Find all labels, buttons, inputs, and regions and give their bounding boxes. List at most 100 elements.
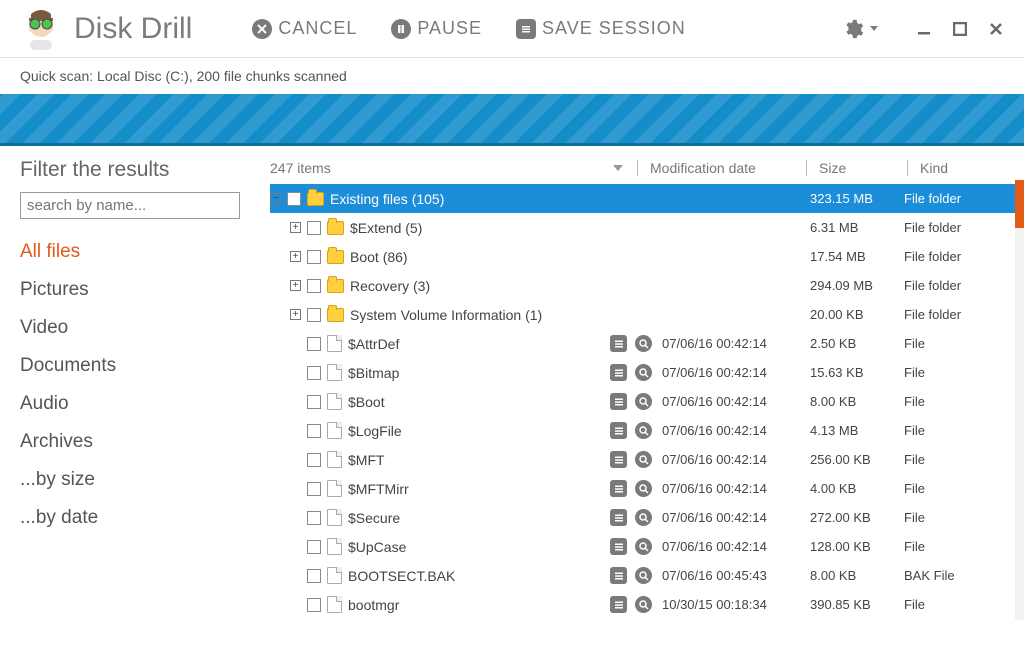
- sort-indicator-icon[interactable]: [613, 165, 623, 171]
- expand-toggle[interactable]: +: [290, 309, 301, 320]
- list-detail-icon[interactable]: [610, 364, 627, 381]
- column-size[interactable]: Size: [811, 160, 903, 176]
- filter-item[interactable]: ...by size: [20, 461, 260, 499]
- row-checkbox[interactable]: [307, 511, 321, 525]
- row-checkbox[interactable]: [307, 308, 321, 322]
- expand-toggle: [290, 599, 301, 610]
- list-detail-icon[interactable]: [610, 538, 627, 555]
- close-button[interactable]: [984, 17, 1008, 41]
- expand-toggle: [290, 396, 301, 407]
- table-row[interactable]: $Boot07/06/16 00:42:148.00 KBFile: [270, 387, 1024, 416]
- row-size: 20.00 KB: [810, 307, 904, 322]
- preview-icon[interactable]: [635, 393, 652, 410]
- table-row[interactable]: $MFTMirr07/06/16 00:42:144.00 KBFile: [270, 474, 1024, 503]
- table-row[interactable]: $MFT07/06/16 00:42:14256.00 KBFile: [270, 445, 1024, 474]
- row-checkbox[interactable]: [307, 424, 321, 438]
- table-row[interactable]: +Recovery (3)294.09 MBFile folder: [270, 271, 1024, 300]
- filter-item[interactable]: Audio: [20, 385, 260, 423]
- preview-icon[interactable]: [635, 364, 652, 381]
- list-detail-icon[interactable]: [610, 509, 627, 526]
- minimize-button[interactable]: [912, 17, 936, 41]
- row-checkbox[interactable]: [307, 540, 321, 554]
- row-checkbox[interactable]: [307, 337, 321, 351]
- row-kind: File folder: [904, 249, 1004, 264]
- column-mod[interactable]: Modification date: [642, 160, 802, 176]
- expand-toggle[interactable]: +: [290, 251, 301, 262]
- save-session-button[interactable]: SAVE SESSION: [516, 18, 686, 39]
- filter-item[interactable]: Pictures: [20, 271, 260, 309]
- list-detail-icon[interactable]: [610, 451, 627, 468]
- list-detail-icon[interactable]: [610, 335, 627, 352]
- table-row[interactable]: bootmgr10/30/15 00:18:34390.85 KBFile: [270, 590, 1024, 619]
- cancel-button[interactable]: CANCEL: [252, 18, 357, 39]
- table-row[interactable]: BOOTSECT.BAK07/06/16 00:45:438.00 KBBAK …: [270, 561, 1024, 590]
- list-detail-icon[interactable]: [610, 480, 627, 497]
- preview-icon[interactable]: [635, 480, 652, 497]
- row-size: 323.15 MB: [810, 191, 904, 206]
- list-detail-icon[interactable]: [610, 567, 627, 584]
- row-name: $MFTMirr: [348, 481, 409, 497]
- row-kind: File folder: [904, 278, 1004, 293]
- preview-icon[interactable]: [635, 596, 652, 613]
- expand-toggle[interactable]: −: [270, 193, 281, 204]
- row-kind: File: [904, 510, 1004, 525]
- preview-icon[interactable]: [635, 567, 652, 584]
- row-checkbox[interactable]: [307, 482, 321, 496]
- column-kind[interactable]: Kind: [912, 160, 1024, 176]
- row-name: Boot (86): [350, 249, 408, 265]
- expand-toggle: [290, 570, 301, 581]
- row-checkbox[interactable]: [307, 250, 321, 264]
- preview-icon[interactable]: [635, 451, 652, 468]
- row-name: Existing files (105): [330, 191, 444, 207]
- table-row[interactable]: +Boot (86)17.54 MBFile folder: [270, 242, 1024, 271]
- filter-item[interactable]: ...by date: [20, 499, 260, 537]
- row-kind: File: [904, 394, 1004, 409]
- preview-icon[interactable]: [635, 538, 652, 555]
- preview-icon[interactable]: [635, 509, 652, 526]
- scrollbar[interactable]: [1015, 180, 1024, 620]
- table-row[interactable]: $AttrDef07/06/16 00:42:142.50 KBFile: [270, 329, 1024, 358]
- row-checkbox[interactable]: [307, 569, 321, 583]
- filter-item[interactable]: Archives: [20, 423, 260, 461]
- row-checkbox[interactable]: [307, 366, 321, 380]
- row-modification-date: 07/06/16 00:42:14: [652, 481, 810, 496]
- expand-toggle[interactable]: +: [290, 280, 301, 291]
- search-input[interactable]: [20, 192, 240, 219]
- list-detail-icon[interactable]: [610, 422, 627, 439]
- row-checkbox[interactable]: [287, 192, 301, 206]
- table-row[interactable]: −Existing files (105)323.15 MBFile folde…: [270, 184, 1024, 213]
- row-size: 8.00 KB: [810, 394, 904, 409]
- row-modification-date: 07/06/16 00:42:14: [652, 452, 810, 467]
- row-name: BOOTSECT.BAK: [348, 568, 455, 584]
- column-items[interactable]: 247 items: [270, 160, 331, 176]
- file-icon: [327, 335, 342, 352]
- filter-heading: Filter the results: [20, 158, 260, 182]
- expand-toggle[interactable]: +: [290, 222, 301, 233]
- table-row[interactable]: $Bitmap07/06/16 00:42:1415.63 KBFile: [270, 358, 1024, 387]
- row-size: 128.00 KB: [810, 539, 904, 554]
- pause-button[interactable]: PAUSE: [391, 18, 482, 39]
- table-row[interactable]: $UpCase07/06/16 00:42:14128.00 KBFile: [270, 532, 1024, 561]
- list-detail-icon[interactable]: [610, 393, 627, 410]
- row-checkbox[interactable]: [307, 453, 321, 467]
- table-row[interactable]: $Secure07/06/16 00:42:14272.00 KBFile: [270, 503, 1024, 532]
- filter-item[interactable]: All files: [20, 233, 260, 271]
- settings-dropdown-icon[interactable]: [870, 26, 878, 31]
- table-row[interactable]: +System Volume Information (1)20.00 KBFi…: [270, 300, 1024, 329]
- row-checkbox[interactable]: [307, 221, 321, 235]
- settings-button[interactable]: [842, 18, 864, 40]
- table-row[interactable]: $LogFile07/06/16 00:42:144.13 MBFile: [270, 416, 1024, 445]
- row-kind: File: [904, 539, 1004, 554]
- preview-icon[interactable]: [635, 335, 652, 352]
- row-checkbox[interactable]: [307, 395, 321, 409]
- scrollbar-thumb[interactable]: [1015, 180, 1024, 228]
- table-row[interactable]: +$Extend (5)6.31 MBFile folder: [270, 213, 1024, 242]
- row-checkbox[interactable]: [307, 279, 321, 293]
- filter-item[interactable]: Documents: [20, 347, 260, 385]
- preview-icon[interactable]: [635, 422, 652, 439]
- filter-item[interactable]: Video: [20, 309, 260, 347]
- row-checkbox[interactable]: [307, 598, 321, 612]
- expand-toggle: [290, 454, 301, 465]
- maximize-button[interactable]: [948, 17, 972, 41]
- list-detail-icon[interactable]: [610, 596, 627, 613]
